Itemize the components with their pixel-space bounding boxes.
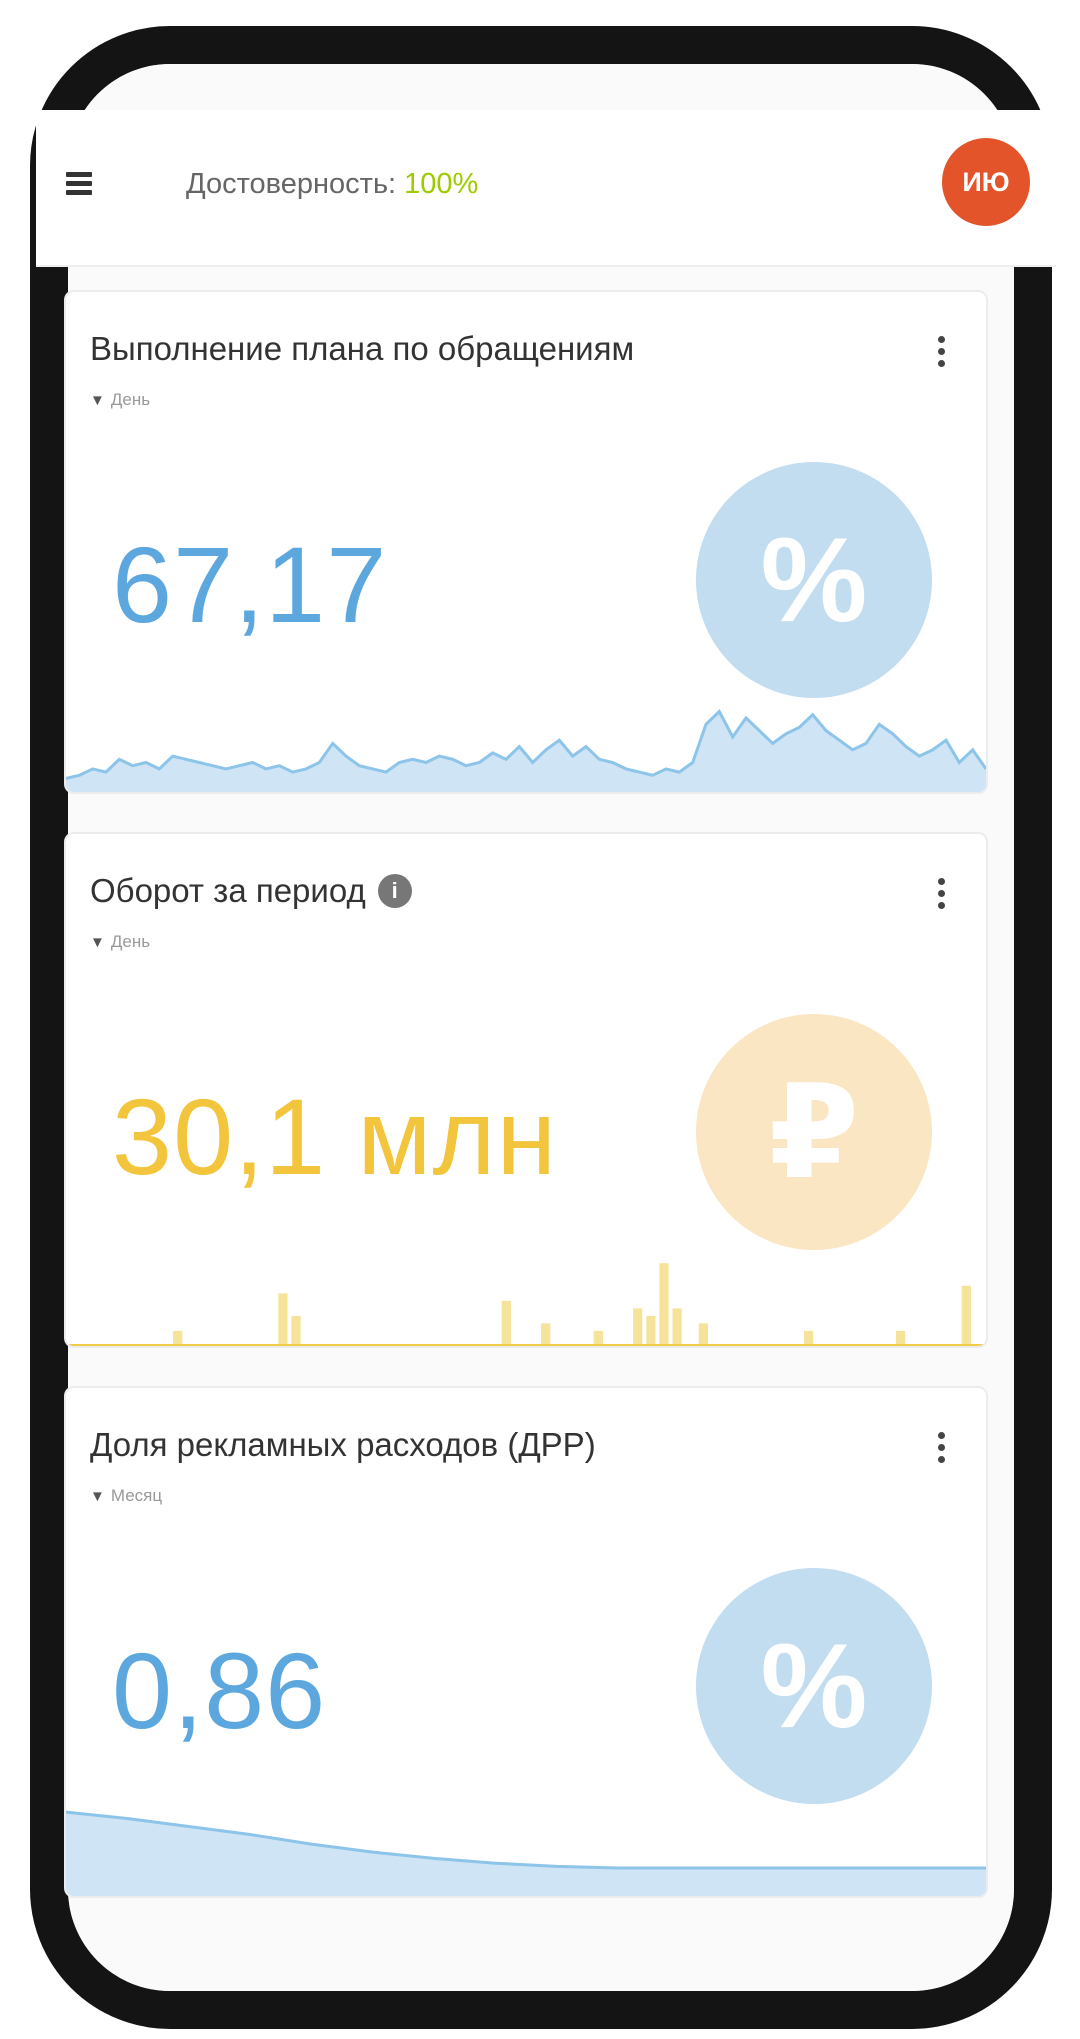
sparkline-bar [672,1308,682,1346]
card-title: Выполнение плана по обращениям [90,330,634,368]
more-menu-icon[interactable] [938,878,946,914]
sparkline-bar [646,1315,656,1346]
percent-icon: % [696,1568,932,1804]
area-chart [66,1810,986,1896]
filter-icon: ▼ [90,1487,105,1505]
sparkline-bar [278,1293,288,1346]
info-icon[interactable]: i [377,874,412,908]
card-filter[interactable]: ▼ День [90,932,150,952]
filter-label: День [110,390,151,409]
more-menu-icon[interactable] [938,1432,946,1468]
kpi-value: 0,86 [112,1630,327,1751]
reliability-value: 100% [404,168,479,200]
card-filter[interactable]: ▼ Месяц [90,1486,162,1506]
kpi-value: 30,1 млн [112,1076,558,1197]
widget-card-turnover: Оборот за период i ▼ День 30,1 млн ₽ [64,832,988,1348]
sparkline-bar [896,1330,906,1346]
sparkline-bar [804,1330,814,1346]
card-title-text: Доля рекламных расходов (ДРР) [90,1426,596,1463]
percent-icon: % [696,462,932,698]
widget-card-plan: Выполнение плана по обращениям ▼ День 67,… [64,290,988,794]
card-title-text: Выполнение плана по обращениям [90,330,635,367]
card-filter[interactable]: ▼ День [90,390,150,410]
card-title: Доля рекламных расходов (ДРР) [90,1426,596,1464]
sparkline-chart [66,709,986,792]
filter-icon: ▼ [90,391,105,409]
card-title: Оборот за период i [90,872,412,910]
sparkline-chart [66,1263,986,1346]
kpi-value: 67,17 [112,524,388,645]
reliability-label: Достоверность: [186,168,397,200]
sparkline-bar [633,1308,643,1346]
sparkline-bar [593,1330,603,1346]
filter-label: День [110,932,151,951]
reliability-indicator: Достоверность: 100% [186,168,478,201]
avatar[interactable]: ИЮ [942,138,1030,226]
filter-label: Месяц [110,1486,163,1505]
sparkline-bar [291,1315,301,1346]
widget-card-drr: Доля рекламных расходов (ДРР) ▼ Месяц 0,8… [64,1386,988,1898]
sparkline-bar [961,1285,971,1346]
top-bar: Достоверность: 100% ИЮ [36,110,1056,267]
card-title-text: Оборот за период [90,872,366,909]
sparkline-bar [659,1263,669,1346]
sparkline-area [66,1812,986,1896]
filter-icon: ▼ [90,933,105,951]
sparkline-bar [541,1323,551,1346]
ruble-icon: ₽ [696,1014,932,1250]
sparkline-bar [698,1323,708,1346]
sparkline-bar [501,1300,511,1346]
sparkline-bar [173,1330,183,1346]
sparkline-area [66,711,986,792]
more-menu-icon[interactable] [938,336,946,372]
menu-icon[interactable] [66,172,92,195]
